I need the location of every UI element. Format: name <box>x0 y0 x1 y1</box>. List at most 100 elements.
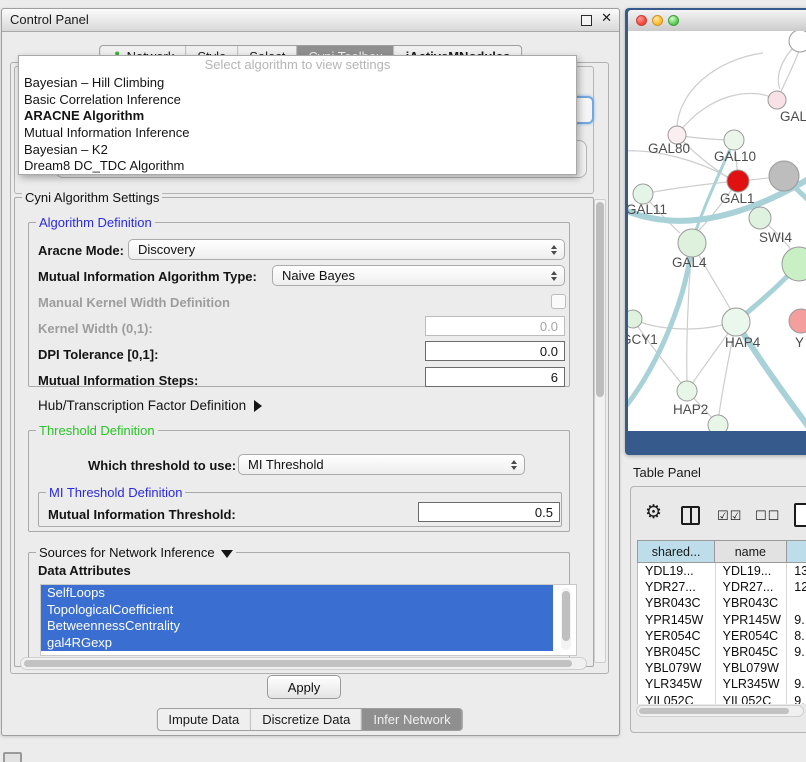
attribute-list-item[interactable]: TopologicalCoefficient <box>41 602 553 619</box>
algorithm-option[interactable]: Bayesian – K2 <box>19 141 576 158</box>
mi-steps-field[interactable]: 6 <box>425 367 565 387</box>
settings-horizontal-scrollbar[interactable] <box>20 657 587 670</box>
table-cell: YBL079W <box>716 660 788 676</box>
document-icon[interactable] <box>794 503 806 527</box>
mi-threshold-definition-title: MI Threshold Definition <box>46 485 185 500</box>
kernel-width-field[interactable]: 0.0 <box>425 316 565 336</box>
table-row[interactable]: YER054CYER054C8. <box>638 628 806 644</box>
gear-icon[interactable]: ⚙ <box>645 503 662 522</box>
network-window-titlebar[interactable] <box>628 10 806 32</box>
column-header-name[interactable]: name <box>715 541 786 562</box>
table-cell: YIL052C <box>716 693 788 705</box>
mi-algorithm-type-combo[interactable]: Naive Bayes <box>272 265 565 286</box>
column-header-shared-name[interactable]: shared... <box>638 541 715 562</box>
apply-button[interactable]: Apply <box>267 675 341 699</box>
algorithm-option[interactable]: Bayesian – Hill Climbing <box>19 74 576 91</box>
checked-checkboxes-icon[interactable]: ☑☑ <box>717 509 742 524</box>
network-node[interactable] <box>769 161 799 191</box>
collapsed-arrow-icon[interactable] <box>254 400 262 412</box>
control-panel-titlebar[interactable]: Control Panel ✕ <box>2 9 619 32</box>
float-window-icon[interactable] <box>581 15 592 26</box>
table-rows: YDL19...YDL19...13YDR27...YDR27...12YBR0… <box>637 563 806 704</box>
column-header-partial[interactable]: A <box>787 541 806 562</box>
hub-transcription-factor-section[interactable]: Hub/Transcription Factor Definition <box>38 398 262 413</box>
table-horizontal-scrollbar[interactable] <box>636 705 804 717</box>
network-node-label: GCY1 <box>628 332 658 347</box>
apply-label: Apply <box>288 680 321 695</box>
field-value: 0.0 <box>540 319 558 334</box>
table-row[interactable]: YDL19...YDL19...13 <box>638 563 806 579</box>
expanded-arrow-icon[interactable] <box>221 550 233 558</box>
unchecked-checkboxes-icon[interactable]: ☐☐ <box>755 509 780 524</box>
which-threshold-combo[interactable]: MI Threshold <box>238 454 525 475</box>
network-node-gal1[interactable] <box>727 170 749 192</box>
network-node-swi4[interactable] <box>749 207 771 229</box>
table-cell: YIL052C <box>638 693 716 705</box>
zoom-button[interactable] <box>668 15 679 26</box>
algorithm-option[interactable]: ARACNE Algorithm <box>19 107 576 124</box>
table-row[interactable]: YBR045CYBR045C9. <box>638 644 806 660</box>
combo-value: Naive Bayes <box>282 268 355 283</box>
attribute-list-item[interactable]: BetweennessCentrality <box>41 618 553 635</box>
network-node[interactable] <box>708 415 728 431</box>
network-node-hap4[interactable] <box>722 308 750 336</box>
tab-infer-network[interactable]: Infer Network <box>361 709 461 730</box>
table-row[interactable]: YIL052CYIL052C9. <box>638 693 806 705</box>
table-row[interactable]: YBR043CYBR043C <box>638 595 806 611</box>
network-node-gal10[interactable] <box>724 130 744 150</box>
settings-vertical-scrollbar[interactable] <box>594 199 606 663</box>
tab-impute-data[interactable]: Impute Data <box>157 709 250 730</box>
mi-threshold-label: Mutual Information Threshold: <box>48 507 236 522</box>
table-cell: 9. <box>787 612 806 628</box>
minimize-button[interactable] <box>652 15 663 26</box>
close-button[interactable] <box>636 15 647 26</box>
network-node-y[interactable] <box>789 309 806 333</box>
manual-kernel-width-checkbox[interactable] <box>551 294 566 309</box>
dpi-tolerance-field[interactable]: 0.0 <box>425 341 565 361</box>
aracne-mode-label: Aracne Mode: <box>38 243 124 258</box>
attribute-list-item[interactable]: SelfLoops <box>41 585 553 602</box>
threshold-definition-title: Threshold Definition <box>36 423 158 438</box>
window-title: Control Panel <box>10 12 89 27</box>
table-toolbar: ⚙ ☑☑ ☐☐ <box>631 487 806 537</box>
aracne-mode-combo[interactable]: Discovery <box>128 239 565 260</box>
algorithm-dropdown: Select algorithm to view settings Bayesi… <box>18 55 577 175</box>
network-edge[interactable] <box>677 93 777 135</box>
network-node-label: SWI4 <box>759 230 792 245</box>
table-cell: YBL079W <box>638 660 716 676</box>
close-icon[interactable]: ✕ <box>601 11 612 26</box>
network-node-label: GAL10 <box>714 149 756 164</box>
scrollbar-thumb[interactable] <box>596 202 604 397</box>
network-canvas[interactable]: GALGAL80GAL10GAL1GAL11SWI4GAL4GCY1HAP4YH… <box>628 31 806 431</box>
attribute-list-item[interactable]: gal4RGexp <box>41 635 553 652</box>
network-node-gal11[interactable] <box>633 184 653 204</box>
table-row[interactable]: YDR27...YDR27...12 <box>638 579 806 595</box>
algorithm-option[interactable]: Basic Correlation Inference <box>19 91 576 108</box>
network-node-hap2[interactable] <box>677 381 697 401</box>
tab-discretize-data[interactable]: Discretize Data <box>250 709 361 730</box>
network-node-gcy1[interactable] <box>628 310 642 328</box>
attributes-list-scrollbar[interactable] <box>561 588 571 650</box>
scrollbar-thumb[interactable] <box>562 591 570 641</box>
network-edge[interactable] <box>633 319 722 329</box>
split-columns-icon[interactable] <box>681 506 700 525</box>
algorithm-option[interactable]: Dream8 DC_TDC Algorithm <box>19 157 576 174</box>
network-node-label: Y <box>795 335 804 350</box>
table-row[interactable]: YBL079WYBL079W <box>638 660 806 676</box>
which-threshold-label: Which threshold to use: <box>88 458 236 473</box>
table-cell: YDR27... <box>638 579 716 595</box>
sources-title[interactable]: Sources for Network Inference <box>36 545 236 560</box>
table-row[interactable]: YLR345WYLR345W9. <box>638 676 806 692</box>
network-node-gal4[interactable] <box>678 229 706 257</box>
minimized-panel-icon[interactable] <box>3 752 22 762</box>
table-cell: 13 <box>787 563 806 579</box>
mi-threshold-field[interactable]: 0.5 <box>418 502 560 522</box>
data-attributes-list[interactable]: SelfLoopsTopologicalCoefficientBetweenne… <box>40 584 577 656</box>
network-node-gal[interactable] <box>768 91 786 109</box>
table-row[interactable]: YPR145WYPR145W9. <box>638 612 806 628</box>
algorithm-option[interactable]: Mutual Information Inference <box>19 124 576 141</box>
cyni-algorithm-settings-title: Cyni Algorithm Settings <box>22 190 162 205</box>
scrollbar-thumb[interactable] <box>639 708 789 714</box>
stepper-icon <box>551 245 557 255</box>
scrollbar-thumb[interactable] <box>24 660 572 667</box>
